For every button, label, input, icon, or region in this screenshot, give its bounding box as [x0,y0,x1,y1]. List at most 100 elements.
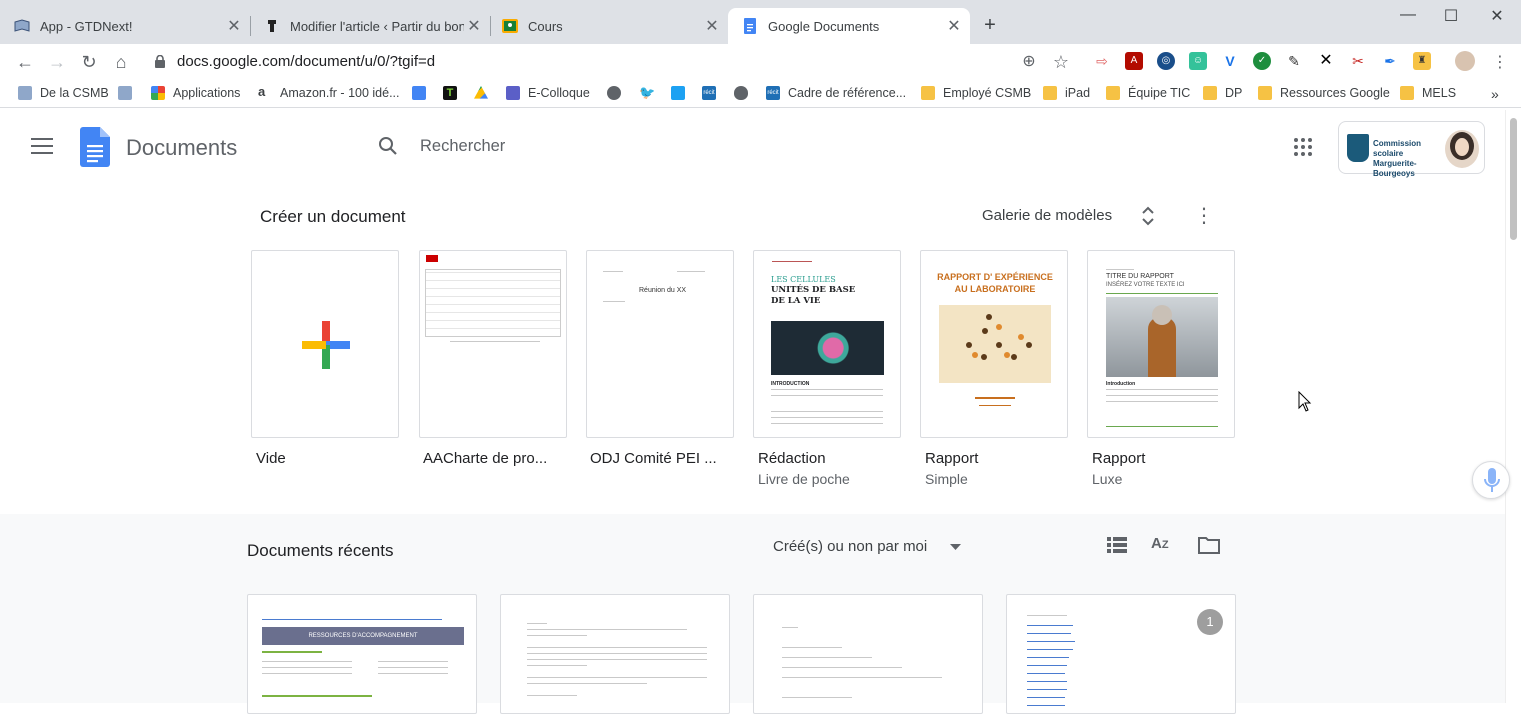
bookmark-twitter[interactable]: 🐦 [639,86,661,100]
bookmark-apple[interactable] [734,86,756,100]
thumb-line [782,697,852,698]
more-bookmarks-icon[interactable]: » [1491,86,1499,102]
thumb-link-line [1027,697,1065,698]
sort-az-icon[interactable]: AZ [1151,535,1169,552]
template-sub-redaction: Livre de poche [758,471,850,487]
extension-circle-icon[interactable]: ◎ [1157,52,1175,70]
template-tile-redaction[interactable]: LES CELLULES UNITÉS DE BASE DE LA VIE IN… [753,250,901,438]
folder-picker-icon[interactable] [1198,536,1220,554]
thumb-line [782,647,842,648]
recent-doc-card-1[interactable]: RESSOURCES D'ACCOMPAGNEMENT [247,594,477,714]
template-tile-rapport-luxe[interactable]: TITRE DU RAPPORT INSÉREZ VOTRE TEXTE ICI… [1087,250,1235,438]
browser-menu-icon[interactable]: ⋮ [1492,52,1508,72]
template-label-redaction[interactable]: Rédaction [758,450,826,467]
main-menu-icon[interactable] [31,138,53,159]
template-label-rapport-luxe[interactable]: Rapport [1092,450,1145,467]
bookmark-drive[interactable] [474,86,496,100]
close-tab-icon[interactable]: ✕ [944,16,964,36]
folder-icon [1203,86,1217,100]
bookmark-equipe-tic[interactable]: Équipe TIC [1106,86,1190,100]
bookmark-chat[interactable] [671,86,693,100]
thumb-line [378,667,448,668]
forward-arrow-icon[interactable]: → [45,50,69,74]
page-scrollbar[interactable] [1505,110,1521,703]
bookmark-recit[interactable]: récit [702,86,724,100]
home-icon[interactable]: ⌂ [109,50,133,74]
template-tile-rapport-simple[interactable]: RAPPORT D' EXPÉRIENCE AU LABORATOIRE [920,250,1068,438]
close-tab-icon[interactable]: ✕ [464,16,484,36]
owner-filter-dropdown[interactable]: Créé(s) ou non par moi [773,538,927,555]
list-view-icon[interactable] [1107,537,1127,553]
close-tab-icon[interactable]: ✕ [702,16,722,36]
close-tab-icon[interactable]: ✕ [224,16,244,36]
new-tab-button[interactable]: + [980,14,1000,37]
tab-google-documents[interactable]: Google Documents ✕ [728,8,970,44]
extension-cut-icon[interactable]: ✂ [1349,52,1367,70]
docs-logo-icon[interactable] [80,127,110,172]
expand-collapse-icon[interactable] [1141,205,1155,232]
tab-gtdnext[interactable]: App - GTDNext! ✕ [0,8,250,44]
thumb-line [1106,269,1134,270]
extension-green-icon[interactable]: ☺ [1189,52,1207,70]
bookmark-employe-csmb[interactable]: Employé CSMB [921,86,1031,100]
bookmark-mels[interactable]: MELS [1400,86,1456,100]
template-label-odj[interactable]: ODJ Comité PEI ... [590,450,717,467]
folder-icon [921,86,935,100]
dropdown-arrow-icon[interactable] [950,544,961,550]
eyedropper-icon[interactable]: ✎ [1285,52,1303,70]
bookmark-book[interactable] [118,86,140,100]
back-arrow-icon[interactable]: ← [13,50,37,74]
bookmark-t[interactable]: T [443,86,465,100]
template-label-blank[interactable]: Vide [256,450,286,467]
recent-doc-card-4[interactable]: 1 [1006,594,1236,714]
bookmark-ressources-google[interactable]: Ressources Google [1258,86,1390,100]
scrollbar-thumb[interactable] [1510,118,1517,240]
pdf-extension-icon[interactable]: A [1125,52,1143,70]
template-label-aacharte[interactable]: AACharte de pro... [423,450,547,467]
address-bar[interactable]: docs.google.com/document/u/0/?tgif=d [177,53,435,70]
template-gallery-button[interactable]: Galerie de modèles [982,207,1112,224]
voice-input-button[interactable] [1472,461,1510,499]
close-window-icon[interactable]: ✕ [1482,6,1512,26]
extension-arrow-icon[interactable]: ⇨ [1093,52,1111,70]
maximize-icon[interactable]: ☐ [1436,6,1466,26]
recent-heading: Documents récents [247,541,394,560]
search-icon[interactable] [378,136,398,161]
tab-modifier-article[interactable]: Modifier l'article ‹ Partir du bon p ✕ [250,8,490,44]
account-switcher[interactable]: Commission scolaire Marguerite-Bourgeoys [1338,121,1485,178]
bookmark-e-colloque[interactable]: E-Colloque [506,86,590,100]
bookmark-ipad[interactable]: iPad [1043,86,1090,100]
bookmark-docs[interactable] [412,86,434,100]
template-label-rapport-simple[interactable]: Rapport [925,450,978,467]
extension-v-icon[interactable]: V [1221,52,1239,70]
bookmark-de-la-csmb[interactable]: De la CSMB [18,86,109,100]
extension-x-icon[interactable]: ✕ [1317,52,1335,70]
plus-icon [302,321,350,369]
template-tile-odj[interactable]: Réunion du XX [586,250,734,438]
extension-pen-icon[interactable]: ✒ [1381,52,1399,70]
thumb-line [527,629,687,630]
thumb-line [979,405,1011,406]
tab-cours[interactable]: Cours ✕ [488,8,728,44]
recent-doc-card-3[interactable] [753,594,983,714]
reload-icon[interactable]: ↻ [77,50,101,74]
extension-shield-icon[interactable]: ✓ [1253,52,1271,70]
bookmark-dp[interactable]: DP [1203,86,1242,100]
star-icon[interactable]: ☆ [1049,50,1073,74]
browser-tab-bar: App - GTDNext! ✕ Modifier l'article ‹ Pa… [0,0,1521,44]
minimize-icon[interactable]: — [1393,6,1423,24]
zoom-icon[interactable]: ⊕ [1017,50,1041,74]
extension-lock-icon[interactable]: ♜ [1413,52,1431,70]
google-apps-icon[interactable] [1294,138,1312,161]
template-more-icon[interactable]: ⋮ [1194,205,1214,227]
bookmark-globe[interactable] [607,86,629,100]
recent-doc-card-2[interactable] [500,594,730,714]
bookmark-cadre-reference[interactable]: récit Cadre de référence... [766,86,906,100]
docs-icon [412,86,426,100]
profile-avatar[interactable] [1455,51,1475,71]
search-input[interactable]: Rechercher [420,137,505,156]
template-tile-blank[interactable] [251,250,399,438]
template-tile-aacharte[interactable] [419,250,567,438]
bookmark-amazon[interactable]: a Amazon.fr - 100 idé... [258,85,400,100]
bookmark-applications[interactable]: Applications [151,86,240,100]
